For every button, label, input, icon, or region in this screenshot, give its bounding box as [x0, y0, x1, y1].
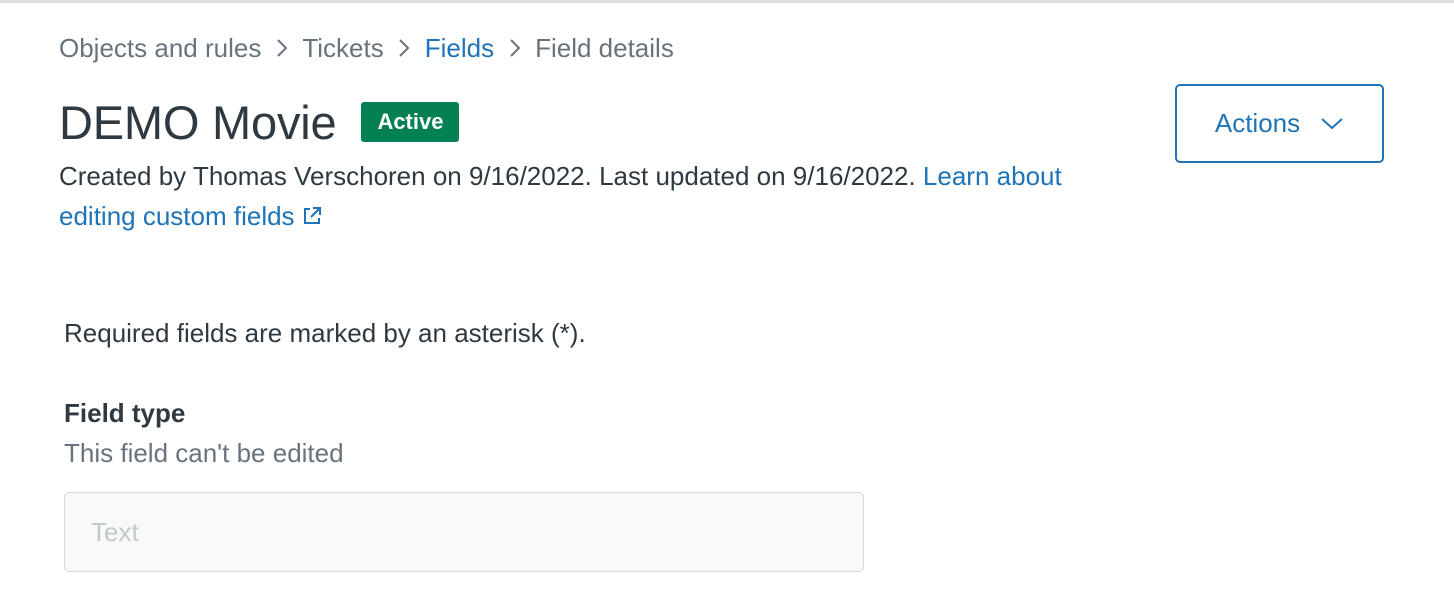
status-badge: Active — [361, 102, 460, 142]
breadcrumb-field-details: Field details — [535, 32, 674, 63]
breadcrumb-tickets[interactable]: Tickets — [302, 33, 383, 64]
top-divider — [0, 0, 1454, 3]
chevron-right-icon — [261, 30, 302, 66]
field-type-hint: This field can't be edited — [64, 438, 344, 468]
created-updated-text: Created by Thomas Verschoren on 9/16/202… — [59, 161, 923, 191]
field-type-input — [64, 492, 864, 572]
actions-button-label: Actions — [1214, 108, 1301, 138]
breadcrumb-objects-and-rules[interactable]: Objects and rules — [59, 33, 261, 64]
required-fields-note: Required fields are marked by an asteris… — [64, 318, 586, 348]
breadcrumb-fields[interactable]: Fields — [425, 33, 494, 64]
title-row: DEMO Movie Active — [59, 90, 460, 154]
breadcrumb: Objects and rules Tickets Fields Field d… — [59, 30, 674, 66]
field-metadata: Created by Thomas Verschoren on 9/16/202… — [59, 156, 1119, 238]
external-link-icon — [301, 198, 323, 238]
chevron-right-icon — [494, 30, 535, 66]
chevron-right-icon — [384, 30, 425, 66]
field-type-label: Field type — [64, 398, 186, 428]
actions-dropdown-button[interactable]: Actions — [1175, 84, 1384, 163]
chevron-down-icon — [1320, 117, 1344, 131]
page-title: DEMO Movie — [59, 95, 337, 149]
